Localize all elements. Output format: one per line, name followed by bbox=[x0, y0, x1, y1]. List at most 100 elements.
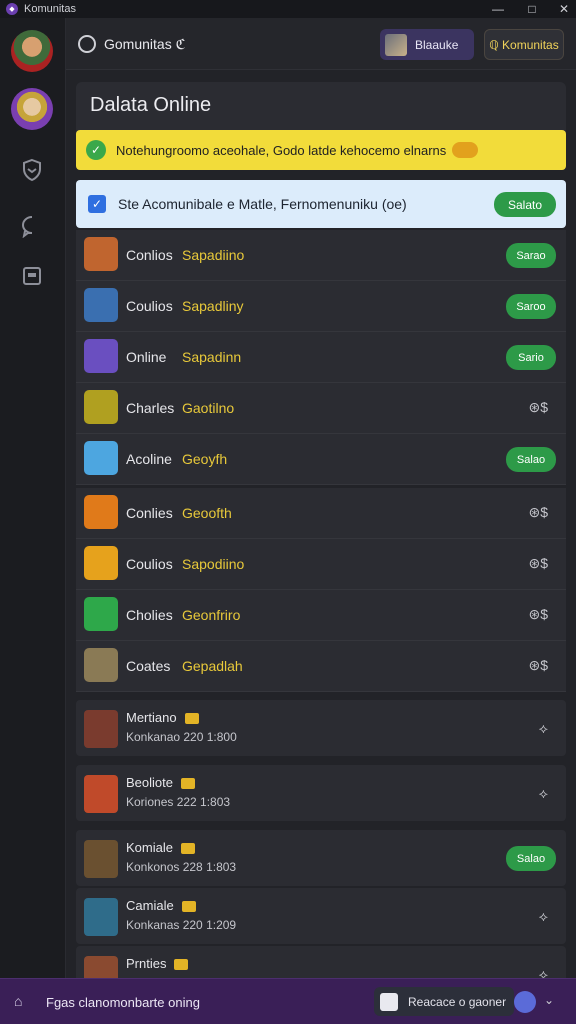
chat-icon[interactable] bbox=[20, 214, 44, 238]
panel-title: Dalata Online bbox=[90, 94, 212, 116]
diamond-icon[interactable]: ⟡ bbox=[539, 785, 548, 802]
game-thumbnail bbox=[84, 597, 118, 631]
user-avatar bbox=[385, 33, 407, 56]
card-item[interactable]: Beoliote Koriones 222 1:803 ⟡ bbox=[76, 765, 566, 821]
list-item[interactable]: Coulios Sapodiino ⊛$ bbox=[76, 539, 566, 590]
footer-button[interactable]: Reacace o gaoner bbox=[374, 987, 514, 1016]
list-item[interactable]: Coates Gepadlah ⊛$ bbox=[76, 641, 566, 692]
card-item[interactable]: Komiale Konkonos 228 1:803 Salao bbox=[76, 830, 566, 886]
card-item[interactable]: Mertiano Konkanao 220 1:800 ⟡ bbox=[76, 700, 566, 756]
item-name: Online bbox=[126, 349, 167, 365]
card-name-text: Beoliote bbox=[126, 775, 173, 790]
rail-avatar-secondary[interactable] bbox=[11, 88, 53, 130]
crown-icon bbox=[174, 959, 189, 971]
diamond-icon[interactable]: ⟡ bbox=[539, 966, 548, 978]
diamond-icon[interactable]: ⟡ bbox=[539, 908, 548, 925]
check-icon: ✓ bbox=[86, 140, 106, 160]
window-title: Komunitas bbox=[24, 3, 76, 15]
card-name: Beoliote bbox=[126, 775, 195, 790]
item-name: Charles bbox=[126, 400, 175, 416]
item-name: Coates bbox=[126, 658, 171, 674]
card-thumbnail bbox=[84, 775, 118, 813]
header-bar: Gomunitas ℭ Blaauke ℚ Komunitas bbox=[66, 18, 576, 70]
card-subtitle: Konkonos 228 1:803 bbox=[126, 860, 237, 874]
communities-button[interactable]: ℚ Komunitas bbox=[484, 29, 564, 60]
game-thumbnail bbox=[84, 495, 118, 529]
item-status: Geonfriro bbox=[182, 607, 241, 623]
game-thumbnail bbox=[84, 648, 118, 682]
item-name: Conlies bbox=[126, 505, 173, 521]
crown-icon bbox=[180, 778, 195, 790]
item-status: Gepadlah bbox=[182, 658, 243, 674]
card-name: Mertiano bbox=[126, 710, 199, 725]
coin-icon[interactable]: ⊛$ bbox=[528, 504, 548, 521]
header-title: Gomunitas ℭ bbox=[104, 36, 186, 52]
card-subtitle: Koriones 222 1:803 bbox=[126, 795, 231, 809]
user-pill[interactable]: Blaauke bbox=[380, 29, 474, 60]
footer-button-label: Reacace o gaoner bbox=[408, 994, 507, 1009]
crown-icon bbox=[184, 713, 199, 725]
checkbox-checked[interactable]: ✓ bbox=[88, 195, 106, 213]
selected-action-button[interactable]: Salato bbox=[494, 192, 556, 217]
coin-icon[interactable]: ⊛$ bbox=[528, 555, 548, 572]
item-status: Gaotilno bbox=[182, 400, 235, 416]
card-name: Komiale bbox=[126, 840, 195, 855]
card-thumbnail bbox=[84, 898, 118, 936]
coin-icon[interactable]: ⊛$ bbox=[528, 606, 548, 623]
selected-row[interactable]: ✓ Ste Acomunibale e Matle, Fernomenuniku… bbox=[76, 180, 566, 228]
card-name: Prnties bbox=[126, 956, 189, 971]
card-subtitle: Konkanao 220 1:800 bbox=[126, 730, 237, 744]
card-name: Camiale bbox=[126, 898, 196, 913]
status-chip[interactable]: Salao bbox=[506, 846, 556, 871]
community-icon bbox=[78, 35, 96, 53]
item-name: Coulios bbox=[126, 298, 173, 314]
card-thumbnail bbox=[84, 840, 118, 878]
home-icon[interactable]: ⌂ bbox=[14, 993, 32, 1011]
item-status: Sapadliny bbox=[182, 298, 244, 314]
people-icon[interactable] bbox=[514, 991, 536, 1013]
game-thumbnail bbox=[84, 441, 118, 475]
maximize-button[interactable]: □ bbox=[520, 0, 544, 18]
status-chip[interactable]: Sario bbox=[506, 345, 556, 370]
shield-icon[interactable] bbox=[20, 158, 44, 182]
minimize-button[interactable]: — bbox=[486, 0, 510, 18]
status-chip[interactable]: Saroo bbox=[506, 294, 556, 319]
footer-text: Fgas clanomonbarte oning bbox=[46, 995, 200, 1010]
item-status: Geoofth bbox=[182, 505, 232, 521]
card-name-text: Mertiano bbox=[126, 710, 177, 725]
notice-banner: ✓ Notehungroomo aceohale, Godo latde keh… bbox=[76, 130, 566, 170]
square-icon[interactable] bbox=[20, 264, 44, 288]
status-chip[interactable]: Salao bbox=[506, 447, 556, 472]
list-item[interactable]: Online Sapadinn Sario bbox=[76, 332, 566, 383]
footer-button-icon bbox=[380, 992, 398, 1011]
game-thumbnail bbox=[84, 237, 118, 271]
chevron-down-icon[interactable]: ⌄ bbox=[544, 993, 560, 1009]
game-thumbnail bbox=[84, 546, 118, 580]
card-item[interactable]: Prnties2.2003⟡ bbox=[76, 946, 566, 978]
item-status: Sapadiino bbox=[182, 247, 245, 263]
item-name: Coulios bbox=[126, 556, 173, 572]
list-item[interactable]: Conlios Sapadiino Sarao bbox=[76, 230, 566, 281]
crown-icon bbox=[180, 843, 195, 855]
list-item[interactable]: Coulios Sapadliny Saroo bbox=[76, 281, 566, 332]
item-name: Conlios bbox=[126, 247, 173, 263]
coin-icon[interactable]: ⊛$ bbox=[528, 399, 548, 416]
user-label: Blaauke bbox=[415, 37, 459, 52]
item-status: Geoyfh bbox=[182, 451, 228, 467]
card-name-text: Komiale bbox=[126, 840, 173, 855]
close-button[interactable]: ✕ bbox=[552, 0, 576, 18]
card-item[interactable]: Camiale Konkanas 220 1:209 ⟡ bbox=[76, 888, 566, 944]
list-item[interactable]: Cholies Geonfriro ⊛$ bbox=[76, 590, 566, 641]
game-thumbnail bbox=[84, 288, 118, 322]
selected-label: Ste Acomunibale e Matle, Fernomenuniku (… bbox=[118, 196, 407, 212]
coin-icon[interactable]: ⊛$ bbox=[528, 657, 548, 674]
rail-avatar-primary[interactable] bbox=[11, 30, 53, 72]
list-item[interactable]: Charles Gaotilno ⊛$ bbox=[76, 383, 566, 434]
list-item[interactable]: Conlies Geoofth ⊛$ bbox=[76, 488, 566, 539]
left-rail bbox=[0, 18, 66, 978]
diamond-icon[interactable]: ⟡ bbox=[539, 720, 548, 737]
card-subtitle: Konkanas 220 1:209 bbox=[126, 918, 237, 932]
status-chip[interactable]: Sarao bbox=[506, 243, 556, 268]
list-item[interactable]: Acoline Geoyfh Salao bbox=[76, 434, 566, 485]
item-name: Acoline bbox=[126, 451, 172, 467]
